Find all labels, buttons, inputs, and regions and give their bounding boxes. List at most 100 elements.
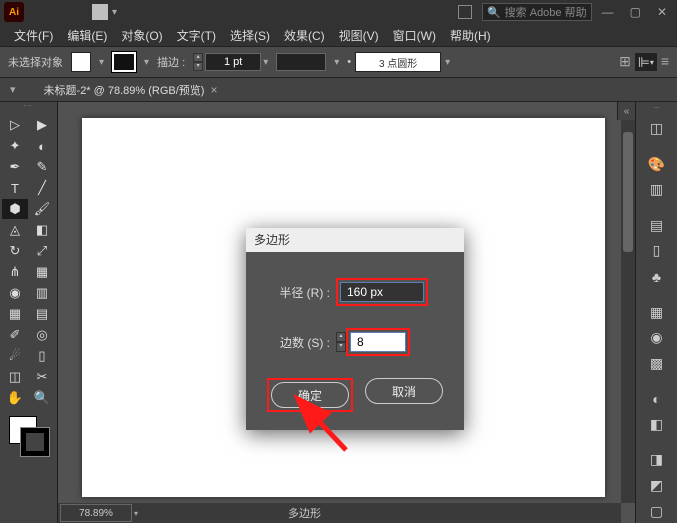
dialog-buttons: 确定 取消 [264, 378, 446, 412]
perspective-tool[interactable]: ▥ [29, 283, 55, 303]
app-icon: Ai [4, 2, 24, 22]
artboard-tool[interactable]: ◫ [2, 367, 28, 387]
color-panel-icon[interactable]: 🎨 [643, 152, 671, 176]
layers-panel-icon[interactable]: ◨ [643, 448, 671, 472]
shaper-tool[interactable]: ◬ [2, 220, 28, 240]
weight-input[interactable]: 1 pt [205, 53, 261, 71]
collapse-panels-icon[interactable]: « [617, 102, 635, 120]
step-up-icon[interactable]: ▴ [193, 53, 203, 62]
menu-edit[interactable]: 编辑(E) [61, 25, 113, 46]
eyedropper-tool[interactable]: ✐ [2, 325, 28, 345]
menu-window[interactable]: 窗口(W) [387, 25, 442, 46]
polygon-dialog: 多边形 半径 (R) : 160 px 边数 (S) : ▴▾ 8 确定 取消 [246, 228, 464, 430]
sides-input[interactable]: 8 [350, 332, 406, 352]
zoom-level[interactable]: 78.89% [60, 504, 132, 522]
fill-stroke-control[interactable] [9, 416, 49, 456]
properties-panel-icon[interactable]: ◫ [643, 117, 671, 141]
line-tool[interactable]: ╱ [29, 178, 55, 198]
width-tool[interactable]: ⋔ [2, 262, 28, 282]
color-guide-panel-icon[interactable]: ▥ [643, 178, 671, 202]
asset-export-panel-icon[interactable]: ◩ [643, 474, 671, 498]
symbols-panel-icon[interactable]: ♣ [643, 265, 671, 289]
close-tab-icon[interactable]: × [210, 83, 217, 97]
weight-stepper[interactable]: ▴▾ [193, 53, 203, 71]
appearance-panel-icon[interactable]: ◐ [643, 387, 671, 411]
sides-row: 边数 (S) : ▴▾ 8 [264, 328, 446, 356]
polygon-tool[interactable]: ⬢ [2, 199, 28, 219]
menu-view[interactable]: 视图(V) [333, 25, 385, 46]
drag-handle-icon[interactable]: ¨¨ [654, 106, 659, 115]
zoom-tool[interactable]: 🔍 [29, 388, 55, 408]
menu-help[interactable]: 帮助(H) [444, 25, 497, 46]
home-icon[interactable]: ▾ [10, 83, 16, 96]
chevron-down-icon[interactable]: ▾ [334, 57, 339, 68]
free-transform-tool[interactable]: ▦ [29, 262, 55, 282]
cancel-button[interactable]: 取消 [365, 378, 443, 404]
chevron-down-icon[interactable]: ▾ [263, 57, 268, 68]
stroke-box[interactable] [21, 428, 49, 456]
stroke-swatch[interactable] [112, 52, 136, 72]
menubar: 文件(F) 编辑(E) 对象(O) 文字(T) 选择(S) 效果(C) 视图(V… [0, 24, 677, 46]
graphic-styles-panel-icon[interactable]: ◧ [643, 413, 671, 437]
control-bar: 未选择对象 ▾ ▾ 描边 : ▴▾ 1 pt ▾ ▾ • 3 点圆形 ▾ ⊞ ⊫… [0, 46, 677, 78]
dialog-body: 半径 (R) : 160 px 边数 (S) : ▴▾ 8 确定 取消 [246, 252, 464, 430]
symbol-sprayer-tool[interactable]: ☄ [2, 346, 28, 366]
profile-dropdown[interactable] [276, 53, 326, 71]
magic-wand-tool[interactable]: ✦ [2, 136, 28, 156]
vertical-scrollbar[interactable] [621, 102, 635, 503]
blend-tool[interactable]: ◎ [29, 325, 55, 345]
scale-tool[interactable]: ⤢ [29, 241, 55, 261]
chevron-down-icon[interactable]: ▾ [134, 509, 138, 518]
align-menu[interactable]: ⊫▾ [635, 53, 657, 71]
share-icon[interactable] [458, 5, 472, 19]
type-tool[interactable]: T [2, 178, 28, 198]
document-tab[interactable]: 未标题-2* @ 78.89% (RGB/预览) [44, 82, 205, 98]
chevron-down-icon: ▾ [112, 7, 117, 18]
step-up-icon[interactable]: ▴ [336, 332, 346, 342]
minimize-button[interactable]: — [596, 5, 620, 19]
curvature-tool[interactable]: ✎ [29, 157, 55, 177]
hand-tool[interactable]: ✋ [2, 388, 28, 408]
rotate-tool[interactable]: ↻ [2, 241, 28, 261]
menu-effect[interactable]: 效果(C) [278, 25, 331, 46]
artboards-panel-icon[interactable]: ▢ [643, 499, 671, 523]
step-down-icon[interactable]: ▾ [193, 62, 203, 71]
scroll-thumb[interactable] [623, 132, 633, 252]
menu-file[interactable]: 文件(F) [8, 25, 59, 46]
menu-select[interactable]: 选择(S) [224, 25, 276, 46]
close-button[interactable]: ✕ [651, 5, 673, 19]
bullet-icon: • [347, 56, 351, 68]
mesh-tool[interactable]: ▦ [2, 304, 28, 324]
swatches-panel-icon[interactable]: ▤ [643, 214, 671, 238]
shape-builder-tool[interactable]: ◉ [2, 283, 28, 303]
radius-input[interactable]: 160 px [340, 282, 424, 302]
selection-tool[interactable]: ▷ [2, 115, 28, 135]
workspace-switcher[interactable]: ▾ [92, 4, 117, 20]
brush-style[interactable]: • 3 点圆形 ▾ [347, 52, 450, 72]
ok-button[interactable]: 确定 [271, 382, 349, 408]
transparency-panel-icon[interactable]: ▩ [643, 352, 671, 376]
slice-tool[interactable]: ✂ [29, 367, 55, 387]
menu-icon[interactable]: ≡ [661, 53, 669, 71]
chevron-down-icon[interactable]: ▾ [144, 57, 149, 68]
fill-swatch[interactable] [71, 52, 91, 72]
sides-stepper[interactable]: ▴▾ [336, 332, 346, 352]
gradient-panel-icon[interactable]: ◉ [643, 326, 671, 350]
eraser-tool[interactable]: ◧ [29, 220, 55, 240]
chevron-down-icon[interactable]: ▾ [99, 57, 104, 68]
stroke-panel-icon[interactable]: ▦ [643, 300, 671, 324]
menu-object[interactable]: 对象(O) [115, 25, 168, 46]
step-down-icon[interactable]: ▾ [336, 342, 346, 352]
maximize-button[interactable]: ▢ [624, 5, 647, 19]
search-input[interactable]: 🔍 搜索 Adobe 帮助 [482, 3, 592, 21]
gradient-tool[interactable]: ▤ [29, 304, 55, 324]
opacity-icon[interactable]: ⊞ [619, 53, 631, 71]
paintbrush-tool[interactable]: 🖌 [29, 199, 55, 219]
lasso-tool[interactable]: ◐ [29, 136, 55, 156]
direct-selection-tool[interactable]: ▶ [29, 115, 55, 135]
brushes-panel-icon[interactable]: ▯ [643, 239, 671, 263]
menu-type[interactable]: 文字(T) [171, 25, 222, 46]
pen-tool[interactable]: ✒ [2, 157, 28, 177]
drag-handle-icon[interactable]: ¨¨ [24, 104, 33, 113]
graph-tool[interactable]: ▯ [29, 346, 55, 366]
